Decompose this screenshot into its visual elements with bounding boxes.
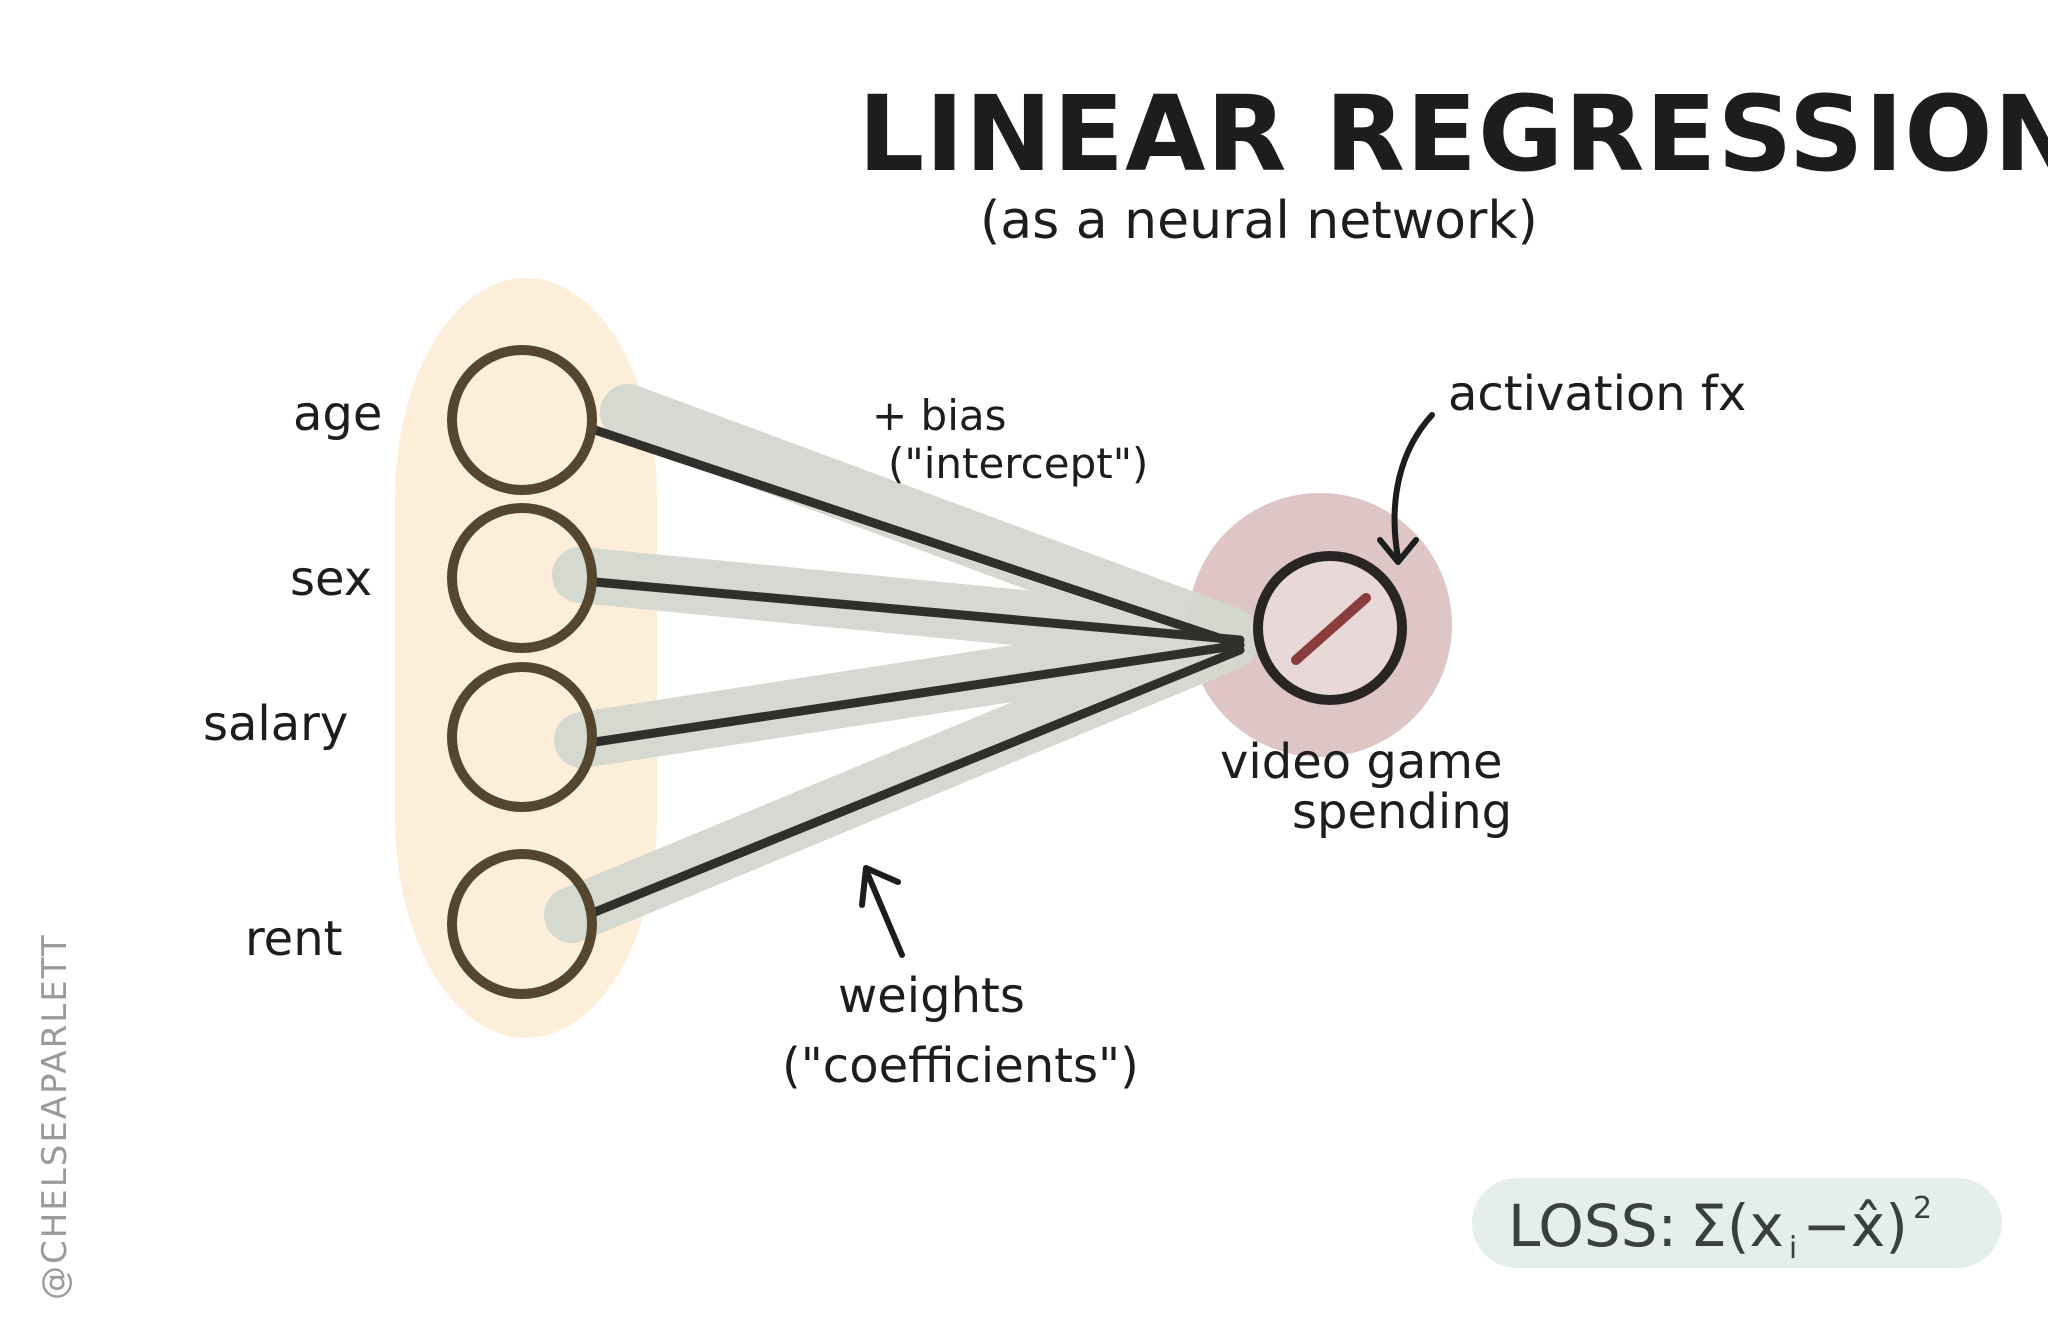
loss-formula: LOSS: Σ(x i −x̂) 2 bbox=[1508, 1191, 1932, 1266]
author-credit: @CHELSEAPARLETT bbox=[35, 933, 75, 1300]
loss-prefix: LOSS: bbox=[1508, 1192, 1677, 1260]
loss-formula-exponent: 2 bbox=[1913, 1191, 1932, 1226]
activation-label: activation fx bbox=[1448, 366, 1746, 422]
input-label-salary: salary bbox=[203, 696, 348, 752]
loss-formula-main: Σ(x bbox=[1690, 1192, 1784, 1260]
weights-label: weights bbox=[838, 968, 1025, 1024]
input-label-rent: rent bbox=[245, 911, 342, 967]
intercept-label: ("intercept") bbox=[888, 439, 1148, 488]
loss-formula-rest: −x̂) bbox=[1802, 1192, 1908, 1260]
bias-label: + bias bbox=[872, 391, 1007, 440]
output-label-line2: spending bbox=[1292, 784, 1512, 840]
coefficients-label: ("coefficients") bbox=[782, 1038, 1139, 1094]
loss-formula-subscript: i bbox=[1789, 1231, 1797, 1266]
input-label-age: age bbox=[293, 386, 382, 442]
diagram-canvas: LINEAR REGRESSION (as a neural network) … bbox=[35, 73, 2048, 1300]
diagram-subtitle: (as a neural network) bbox=[980, 191, 1538, 251]
input-label-sex: sex bbox=[290, 551, 372, 607]
diagram-title: LINEAR REGRESSION bbox=[858, 73, 2048, 195]
output-label-line1: video game bbox=[1220, 734, 1503, 790]
